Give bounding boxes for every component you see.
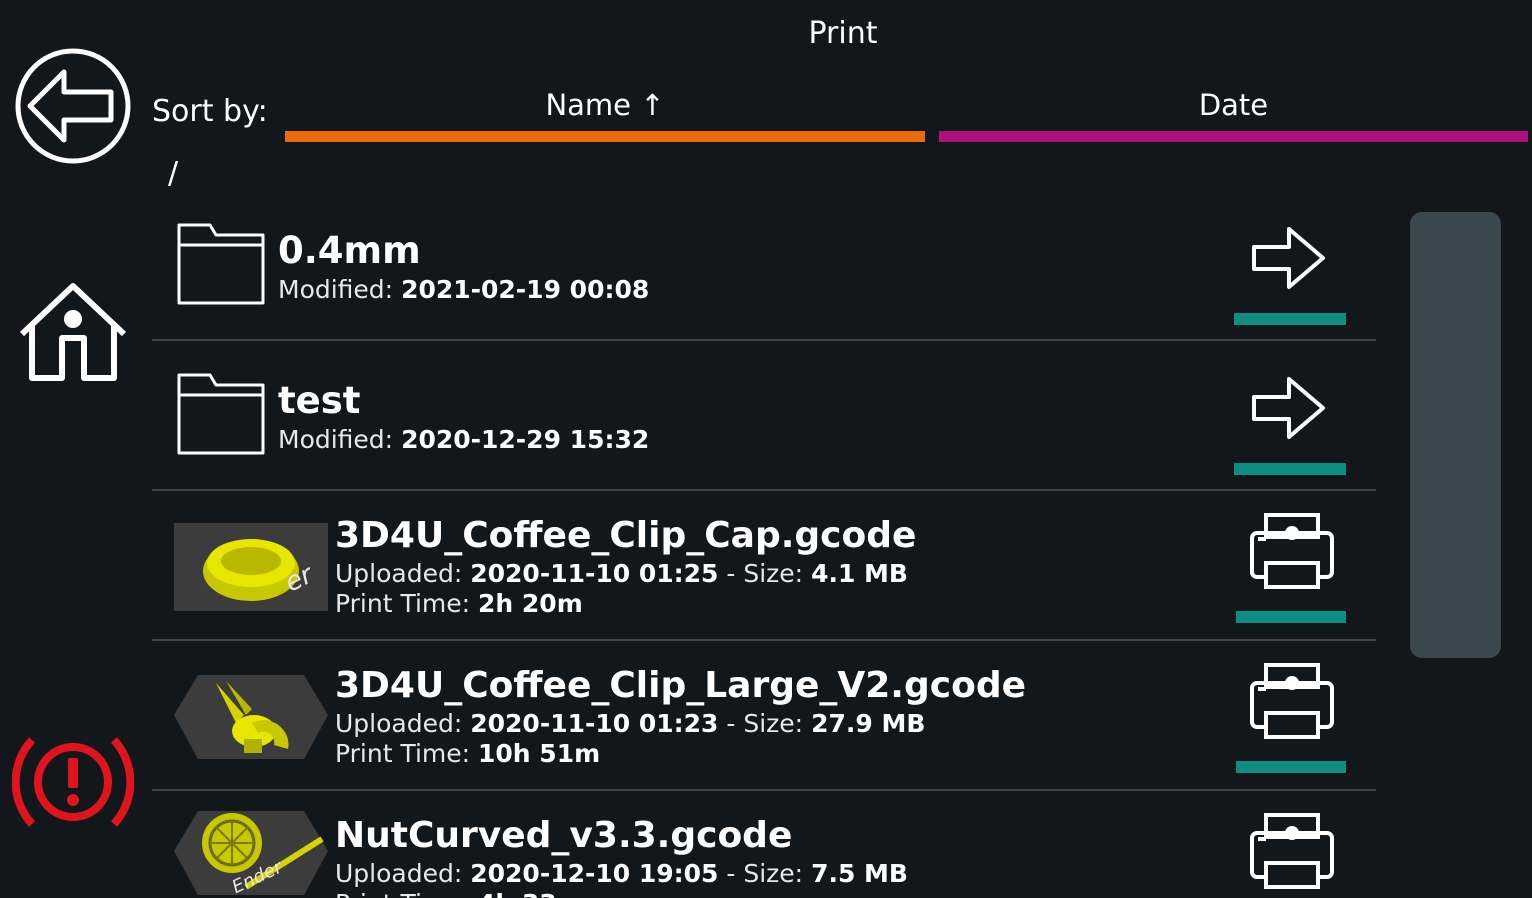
file-row[interactable]: er 3D4U_Coffee_Clip_Cap.gcode Uploaded: … [152,491,1376,641]
file-row[interactable]: 0.4mm Modified: 2021-02-19 00:08 [152,191,1376,341]
file-print-time: Print Time: 10h 51m [335,739,601,768]
folder-icon [177,223,265,305]
action-indicator [1236,611,1346,623]
print-button[interactable] [1236,661,1348,773]
file-row[interactable]: Ender NutCurved_v3.3.gcode Uploaded: 202… [152,791,1376,898]
file-thumbnail: Ender [174,811,328,897]
back-arrow-icon [15,48,131,164]
arrow-right-icon [1252,227,1325,289]
current-path: / [168,156,179,191]
file-upload-info: Uploaded: 2020-11-10 01:25 - Size: 4.1 M… [335,559,908,588]
open-folder-button[interactable] [1234,363,1346,475]
folder-icon [177,373,265,455]
action-indicator [1234,463,1346,475]
sort-label: Sort by: [152,94,268,129]
scrollbar[interactable] [1410,212,1501,658]
printer-icon [1250,813,1334,889]
printer-icon [1250,663,1334,739]
sort-by-date-button[interactable]: Date [939,86,1528,142]
file-name: NutCurved_v3.3.gcode [335,815,793,856]
file-name: test [278,379,361,422]
home-button[interactable] [18,282,128,382]
file-row[interactable]: test Modified: 2020-12-29 15:32 [152,341,1376,491]
action-indicator [1234,313,1346,325]
arrow-right-icon [1252,377,1325,439]
file-name: 3D4U_Coffee_Clip_Large_V2.gcode [335,665,1027,706]
file-print-time: Print Time: 4h 33m [335,889,583,898]
file-name: 3D4U_Coffee_Clip_Cap.gcode [335,515,917,556]
home-icon [19,283,127,381]
back-button[interactable] [14,47,132,165]
action-indicator [1236,761,1346,773]
file-list: 0.4mm Modified: 2021-02-19 00:08 test Mo… [152,191,1376,898]
open-folder-button[interactable] [1234,213,1346,325]
printer-icon [1250,513,1334,589]
print-button[interactable] [1236,811,1348,898]
sort-by-name-button[interactable]: Name ↑ [285,86,925,142]
file-modified: Modified: 2021-02-19 00:08 [278,275,650,304]
file-name: 0.4mm [278,229,421,272]
file-modified: Modified: 2020-12-29 15:32 [278,425,650,454]
file-print-time: Print Time: 2h 20m [335,589,583,618]
file-thumbnail [174,675,328,759]
file-upload-info: Uploaded: 2020-12-10 19:05 - Size: 7.5 M… [335,859,908,888]
file-upload-info: Uploaded: 2020-11-10 01:23 - Size: 27.9 … [335,709,926,738]
file-thumbnail: er [174,523,328,611]
page-title: Print [808,16,878,51]
emergency-stop-icon [11,737,135,827]
print-button[interactable] [1236,511,1348,623]
emergency-stop-button[interactable] [11,736,135,828]
file-row[interactable]: 3D4U_Coffee_Clip_Large_V2.gcode Uploaded… [152,641,1376,791]
